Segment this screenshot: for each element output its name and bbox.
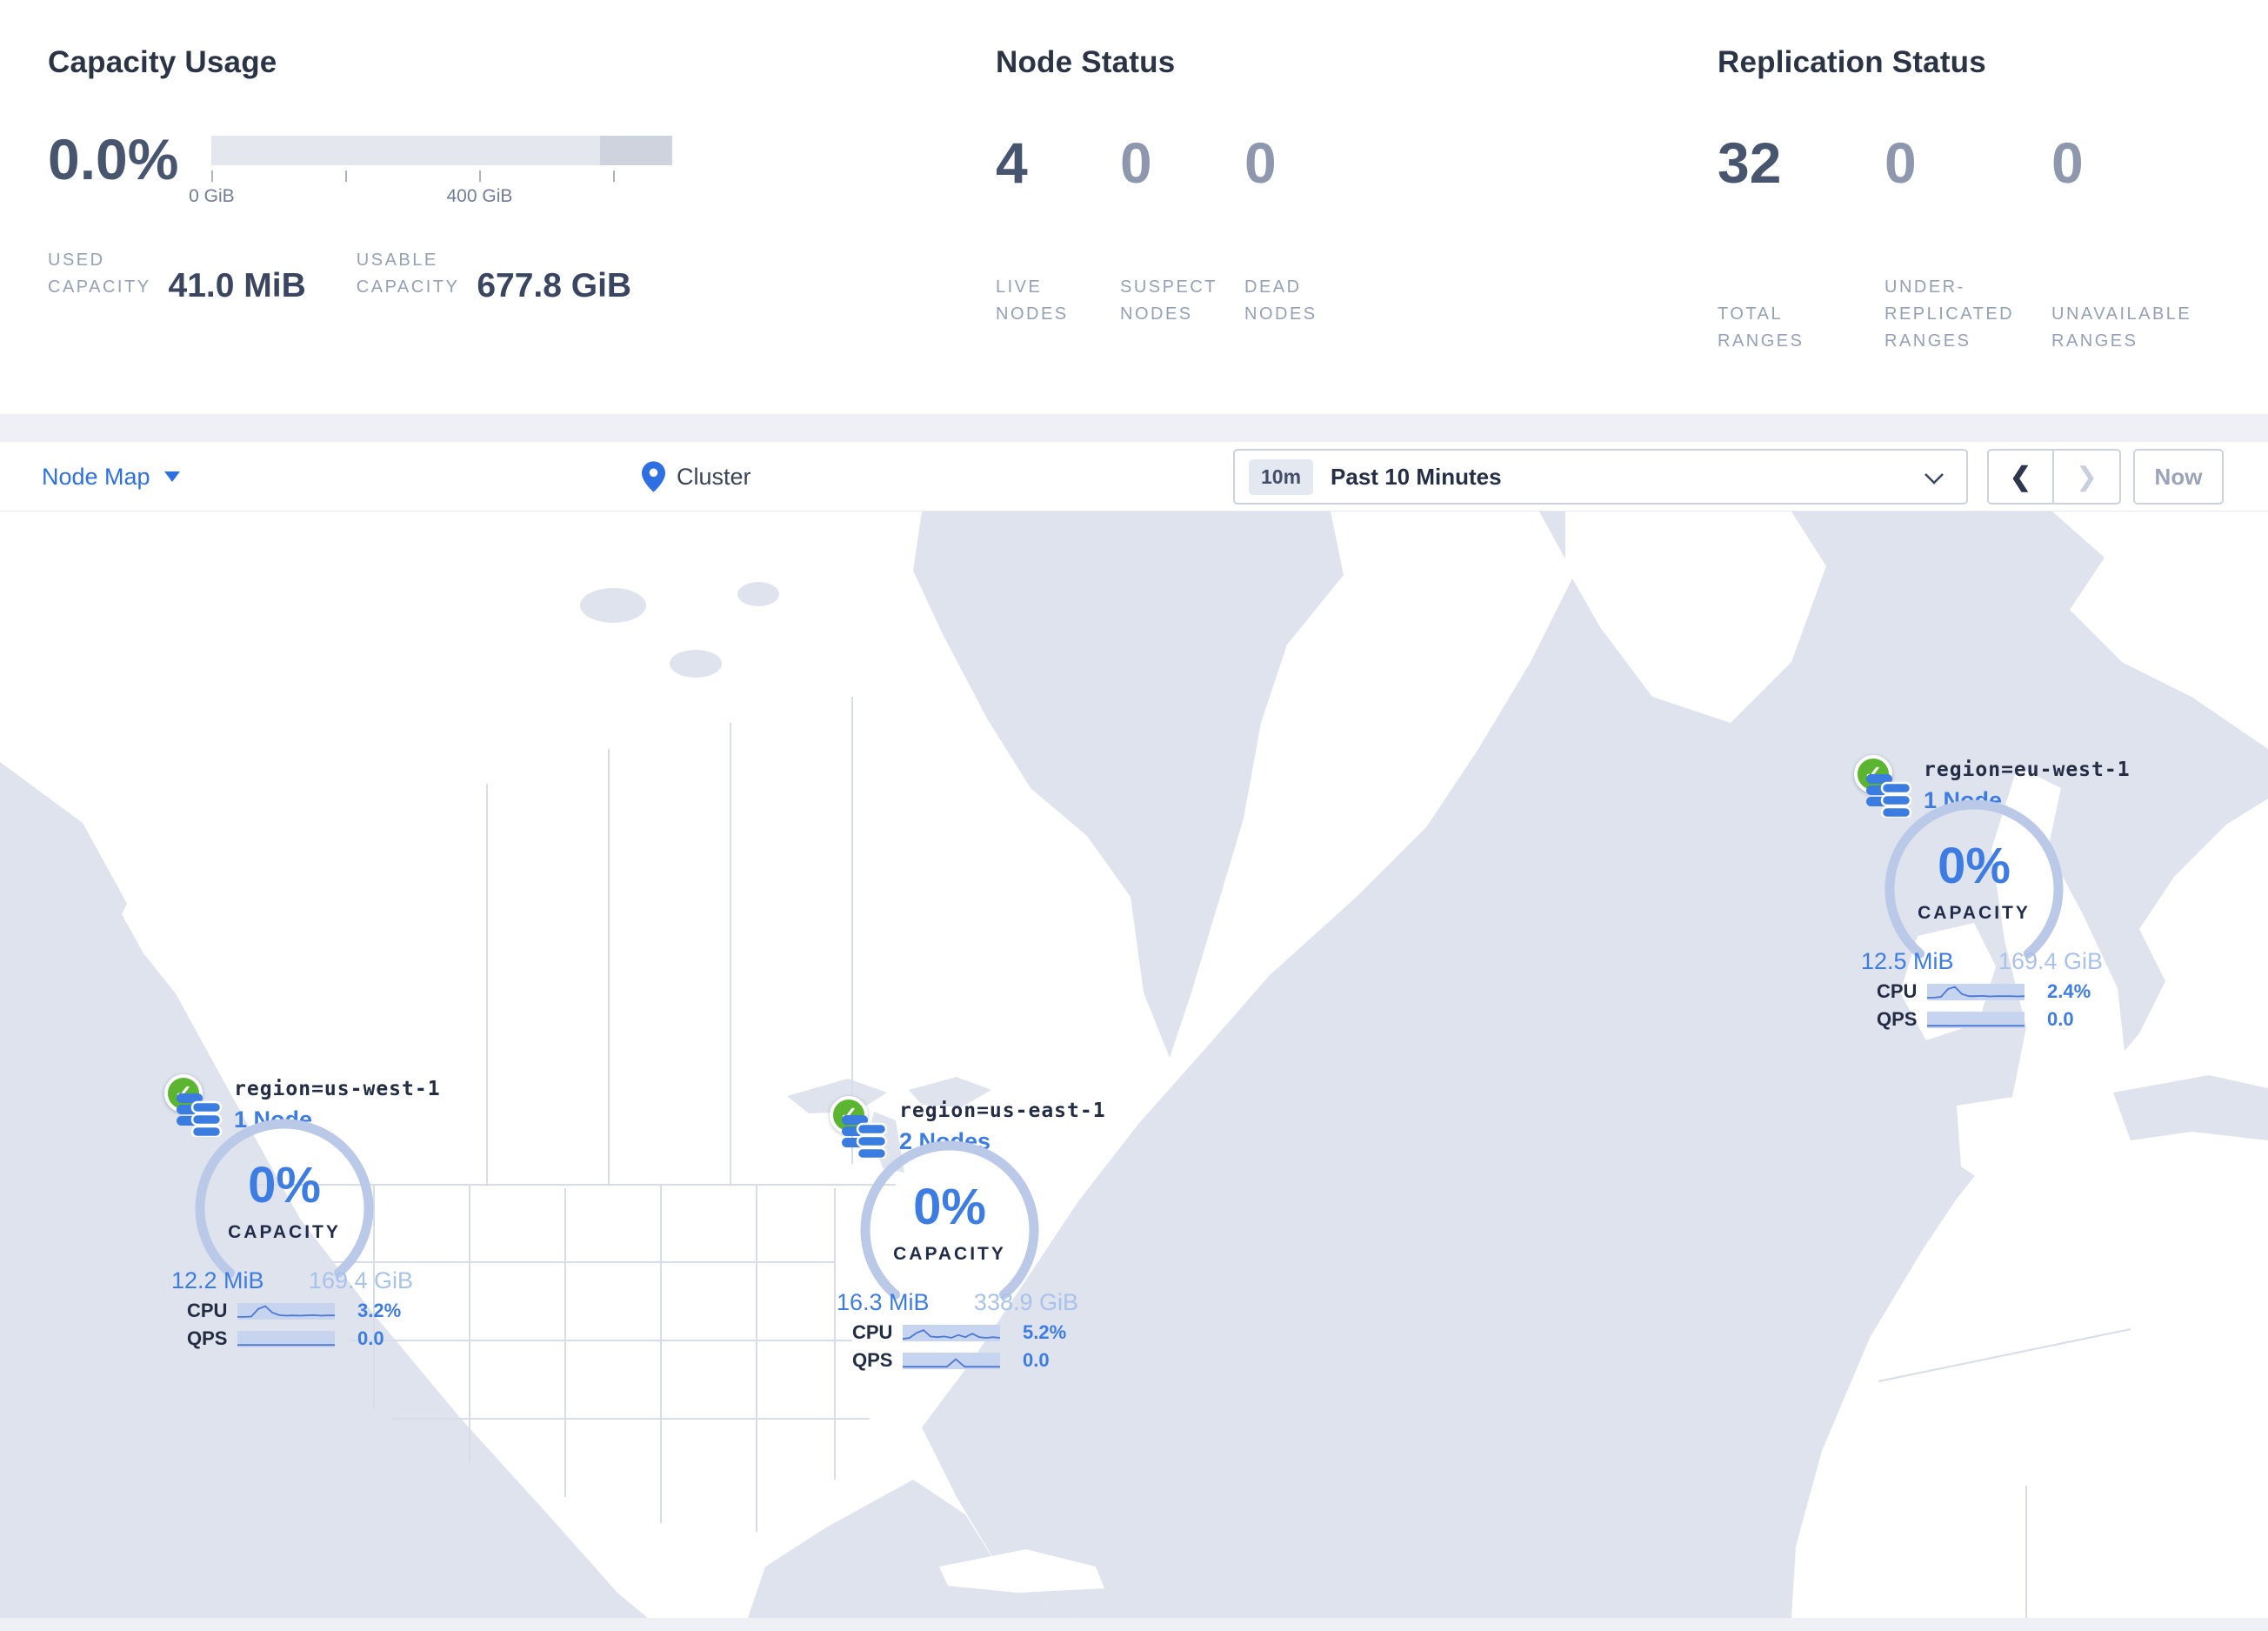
suspect-nodes-label: SUSPECT NODES xyxy=(1120,277,1217,324)
capacity-bar-track xyxy=(211,136,673,165)
region-label: region=us-west-1 xyxy=(234,1078,441,1100)
cpu-percent: 5.2% xyxy=(1023,1321,1067,1343)
usable-capacity-label: USABLE CAPACITY xyxy=(356,251,460,297)
cpu-sparkline xyxy=(237,1302,335,1320)
dead-nodes-label: DEAD NODES xyxy=(1244,277,1317,324)
cpu-label: CPU xyxy=(1877,980,1918,1002)
capacity-usage-title: Capacity Usage xyxy=(48,45,277,79)
region-marker-us-east-1[interactable]: ✓ region=us-east-1 2 Nodes 0% CAPACITY xyxy=(826,1096,1105,1383)
live-nodes-label: LIVE NODES xyxy=(996,277,1069,324)
node-map-page: Capacity Usage 0.0% 0 GiB 400 GiB USED C… xyxy=(0,0,2268,1631)
axis-tick xyxy=(613,170,616,182)
capacity-label: CAPACITY xyxy=(893,1244,1006,1264)
region-marker-eu-west-1[interactable]: ✓ region=eu-west-1 1 Node 0% CAPACITY xyxy=(1851,755,2130,1042)
node-status-title: Node Status xyxy=(996,45,1176,79)
capacity-label: CAPACITY xyxy=(228,1222,341,1242)
axis-tick xyxy=(211,170,214,182)
node-map: ✓ region=us-west-1 1 Node 0% CAPACITY xyxy=(0,511,2268,1618)
under-replicated-ranges-label: UNDER- REPLICATED RANGES xyxy=(1884,277,2015,351)
qps-label: QPS xyxy=(1877,1008,1918,1030)
unavailable-ranges-label: UNAVAILABLE RANGES xyxy=(2051,304,2192,351)
used-capacity-label: USED CAPACITY xyxy=(48,251,151,297)
time-prev-button[interactable]: ❮ xyxy=(1989,451,2054,503)
qps-label: QPS xyxy=(187,1327,228,1349)
chevron-down-icon xyxy=(1924,473,1944,485)
usable-capacity-stat: USABLE CAPACITY 677.8 GiB xyxy=(356,247,632,304)
cpu-label: CPU xyxy=(852,1321,893,1343)
capacity-percent: 0% xyxy=(913,1179,986,1235)
axis-tick-label: 400 GiB xyxy=(446,186,513,206)
capacity-percent: 0% xyxy=(1938,838,2011,894)
time-next-button[interactable]: ❯ xyxy=(2054,451,2119,503)
usable-capacity-value: 677.8 GiB xyxy=(477,267,632,304)
chevron-down-icon xyxy=(163,471,180,482)
capacity-percent: 0% xyxy=(248,1157,321,1213)
total-ranges-label: TOTAL RANGES xyxy=(1718,304,1804,351)
suspect-nodes-count: 0 xyxy=(1120,130,1152,195)
under-replicated-ranges-count: 0 xyxy=(1884,130,1917,195)
region-marker-us-west-1[interactable]: ✓ region=us-west-1 1 Node 0% CAPACITY xyxy=(161,1074,440,1361)
now-button[interactable]: Now xyxy=(2133,449,2224,505)
cpu-percent: 2.4% xyxy=(2047,980,2091,1002)
map-toolbar: Node Map Cluster 10m Past 10 Minutes ❮ ❯… xyxy=(0,442,2268,511)
cluster-summary-bar: Capacity Usage 0.0% 0 GiB 400 GiB USED C… xyxy=(0,0,2268,414)
view-mode-label: Node Map xyxy=(42,463,150,490)
replication-status-section: Replication Status 32 0 0 TOTAL RANGES U… xyxy=(1718,45,2218,355)
time-range-badge: 10m xyxy=(1249,458,1314,495)
axis-tick-label: 0 GiB xyxy=(189,186,235,206)
live-nodes-count: 4 xyxy=(996,130,1028,195)
world-map xyxy=(0,511,2268,1618)
capacity-percent: 0.0% xyxy=(48,127,179,191)
region-label: region=us-east-1 xyxy=(899,1100,1106,1122)
map-pin-icon xyxy=(642,461,665,492)
capacity-usage-section: Capacity Usage 0.0% 0 GiB 400 GiB USED C… xyxy=(48,45,673,304)
cpu-sparkline xyxy=(903,1324,1000,1341)
axis-tick xyxy=(479,170,482,182)
total-ranges-count: 32 xyxy=(1718,130,1782,195)
view-mode-dropdown[interactable]: Node Map xyxy=(42,442,180,511)
qps-value: 0.0 xyxy=(2047,1008,2074,1030)
axis-tick xyxy=(345,170,348,182)
used-capacity-stat: USED CAPACITY 41.0 MiB xyxy=(48,247,306,304)
time-range-select[interactable]: 10m Past 10 Minutes xyxy=(1233,449,1968,505)
cpu-sparkline xyxy=(1927,983,2025,1000)
usable-capacity-value: 169.4 GiB xyxy=(1998,948,2103,974)
qps-sparkline xyxy=(237,1330,335,1347)
used-capacity-value: 16.3 MiB xyxy=(837,1289,930,1315)
qps-label: QPS xyxy=(852,1349,893,1371)
time-range-label: Past 10 Minutes xyxy=(1331,463,1502,490)
breadcrumb[interactable]: Cluster xyxy=(642,442,751,511)
dead-nodes-count: 0 xyxy=(1244,130,1277,195)
cpu-label: CPU xyxy=(187,1300,228,1321)
qps-value: 0.0 xyxy=(1023,1349,1050,1371)
capacity-bar-segment xyxy=(600,136,673,165)
used-capacity-value: 12.2 MiB xyxy=(171,1267,264,1293)
used-capacity-value: 12.5 MiB xyxy=(1861,948,1954,974)
usable-capacity-value: 169.4 GiB xyxy=(308,1267,413,1293)
unavailable-ranges-count: 0 xyxy=(2051,130,2084,195)
qps-value: 0.0 xyxy=(357,1327,384,1349)
qps-sparkline xyxy=(903,1352,1000,1369)
cpu-percent: 3.2% xyxy=(357,1300,402,1321)
used-capacity-value: 41.0 MiB xyxy=(168,267,306,304)
time-nav-buttons: ❮ ❯ xyxy=(1987,449,2121,505)
node-status-section: Node Status 4 0 0 LIVE NODES SUSPECT NOD… xyxy=(996,45,1369,328)
replication-status-title: Replication Status xyxy=(1718,45,1986,79)
qps-sparkline xyxy=(1927,1011,2025,1028)
breadcrumb-label: Cluster xyxy=(677,463,751,490)
usable-capacity-value: 338.9 GiB xyxy=(973,1289,1078,1315)
region-label: region=eu-west-1 xyxy=(1924,759,2131,781)
capacity-label: CAPACITY xyxy=(1918,903,2031,923)
capacity-bar: 0 GiB 400 GiB xyxy=(189,136,673,206)
